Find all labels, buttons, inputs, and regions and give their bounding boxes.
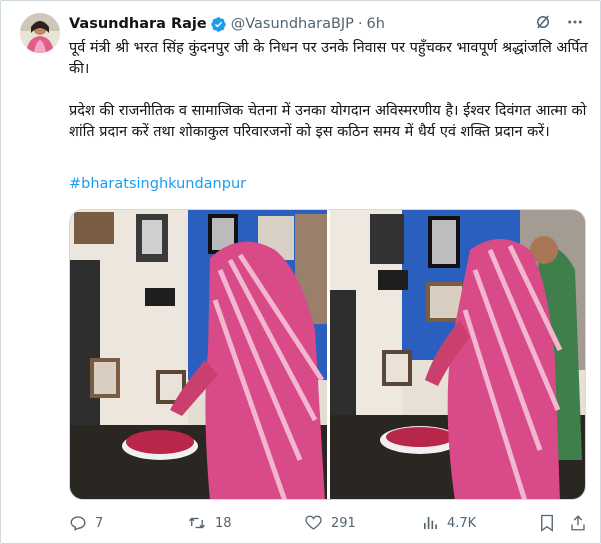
separator-dot: · xyxy=(357,16,363,32)
tweet-media[interactable] xyxy=(69,209,586,500)
like-button[interactable]: 291 xyxy=(304,514,356,532)
like-count: 291 xyxy=(331,515,356,531)
share-icon xyxy=(569,514,587,532)
views-count: 4.7K xyxy=(447,515,477,531)
tweet-timestamp[interactable]: 6h xyxy=(367,16,385,32)
views-icon xyxy=(421,514,439,532)
verified-badge-icon xyxy=(210,16,227,33)
tweet-text-paragraph-2: प्रदेश की राजनीतिक व सामाजिक चेतना में उ… xyxy=(69,103,587,140)
like-icon xyxy=(304,514,323,532)
avatar[interactable] xyxy=(20,13,60,53)
photo-1[interactable] xyxy=(70,210,327,500)
repost-button[interactable]: 18 xyxy=(187,514,232,532)
views-button[interactable]: 4.7K xyxy=(421,514,476,532)
hashtag-link[interactable]: #bharatsinghkundanpur xyxy=(69,176,246,192)
repost-icon xyxy=(187,514,207,532)
photo-2[interactable] xyxy=(330,210,586,500)
tweet-header: Vasundhara Raje @VasundharaBJP · 6h xyxy=(69,14,590,34)
more-icon[interactable] xyxy=(566,13,584,31)
bookmark-button[interactable] xyxy=(539,514,555,532)
reply-count: 7 xyxy=(95,515,104,531)
tweet-text-paragraph-1: पूर्व मंत्री श्री भरत सिंह कुंदनपुर जी क… xyxy=(69,40,588,77)
bookmark-icon xyxy=(539,514,555,532)
tweet-actions-bar: 7 18 291 4.7K xyxy=(69,510,589,536)
repost-count: 18 xyxy=(215,515,232,531)
grok-icon[interactable] xyxy=(534,13,552,31)
reply-icon xyxy=(69,514,87,532)
tweet-card[interactable]: Vasundhara Raje @VasundharaBJP · 6h पूर्… xyxy=(0,0,601,544)
author-handle[interactable]: @VasundharaBJP xyxy=(231,16,354,32)
reply-button[interactable]: 7 xyxy=(69,514,103,532)
share-button[interactable] xyxy=(569,514,587,532)
author-name[interactable]: Vasundhara Raje xyxy=(69,16,207,32)
